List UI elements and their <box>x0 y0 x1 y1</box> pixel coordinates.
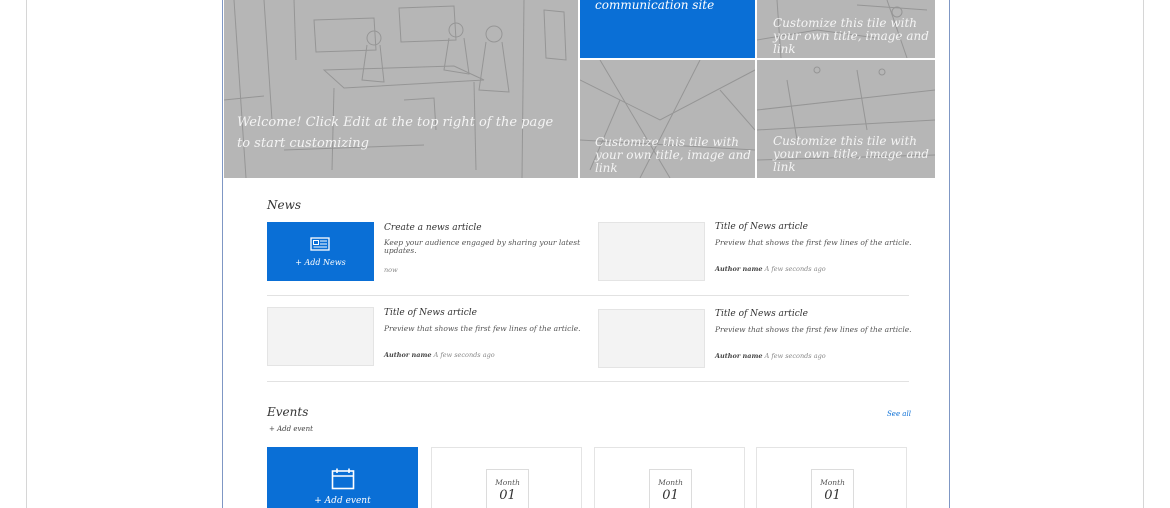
news-article-meta: Author name A few seconds ago <box>715 352 826 360</box>
event-card[interactable]: Month 01 <box>594 447 745 508</box>
news-article-preview: Preview that shows the first few lines o… <box>715 238 912 247</box>
hero-blue-tile-text: communication site <box>595 0 715 12</box>
news-article-meta: Author name A few seconds ago <box>715 265 826 273</box>
news-thumbnail[interactable] <box>267 307 374 366</box>
news-thumbnail[interactable] <box>598 222 705 281</box>
news-thumbnail[interactable] <box>598 309 705 368</box>
add-event-tile-label: + Add event <box>314 496 371 506</box>
event-day: 01 <box>662 488 679 503</box>
news-divider <box>267 381 909 382</box>
event-date: Month 01 <box>811 469 854 508</box>
add-news-label: + Add News <box>295 258 346 267</box>
news-article-preview: Preview that shows the first few lines o… <box>384 324 581 333</box>
news-article-time: A few seconds ago <box>764 265 826 273</box>
news-article-title[interactable]: Title of News article <box>384 308 477 318</box>
create-news-title[interactable]: Create a news article <box>384 223 482 233</box>
event-date: Month 01 <box>486 469 529 508</box>
news-article-title[interactable]: Title of News article <box>715 309 808 319</box>
news-article-title[interactable]: Title of News article <box>715 222 808 232</box>
news-article-author: Author name <box>384 351 432 359</box>
create-news-description: Keep your audience engaged by sharing yo… <box>384 238 581 255</box>
hero-main-tile[interactable]: Welcome! Click Edit at the top right of … <box>224 0 578 178</box>
hero-tile-bottom-right-text: Customize this tile with your own title,… <box>773 134 929 174</box>
add-news-tile[interactable]: + Add News <box>267 222 374 281</box>
event-date: Month 01 <box>649 469 692 508</box>
news-article-author: Author name <box>715 352 763 360</box>
add-event-link[interactable]: + Add event <box>269 425 313 433</box>
news-section-title: News <box>267 198 302 212</box>
news-article-preview: Preview that shows the first few lines o… <box>715 325 912 334</box>
news-article-time: A few seconds ago <box>764 352 826 360</box>
newspaper-icon <box>310 237 330 251</box>
event-day: 01 <box>824 488 841 503</box>
event-card[interactable]: Month 01 <box>756 447 907 508</box>
hero-tile-top-right-text: Customize this tile with your own title,… <box>773 16 929 56</box>
hero-blue-tile[interactable]: communication site <box>580 0 755 58</box>
add-event-tile[interactable]: + Add event <box>267 447 418 508</box>
hero-tile-bottom-right[interactable]: Customize this tile with your own title,… <box>757 60 935 178</box>
hero-section: Welcome! Click Edit at the top right of … <box>224 0 935 178</box>
event-card[interactable]: Month 01 <box>431 447 582 508</box>
news-article-meta: Author name A few seconds ago <box>384 351 495 359</box>
hero-tile-bottom-middle-text: Customize this tile with your own title,… <box>595 135 751 175</box>
news-article-time: A few seconds ago <box>433 351 495 359</box>
event-month: Month <box>820 478 845 487</box>
hero-tile-top-right[interactable]: Customize this tile with your own title,… <box>757 0 935 58</box>
event-month: Month <box>658 478 683 487</box>
create-news-meta: now <box>384 266 398 274</box>
events-section-title: Events <box>267 405 309 419</box>
calendar-icon <box>331 468 355 490</box>
news-divider <box>267 295 909 296</box>
news-article-author: Author name <box>715 265 763 273</box>
see-all-link[interactable]: See all <box>887 410 911 418</box>
hero-main-text: Welcome! Click Edit at the top right of … <box>237 115 554 151</box>
event-day: 01 <box>499 488 516 503</box>
event-month: Month <box>495 478 520 487</box>
hero-tile-bottom-middle[interactable]: Customize this tile with your own title,… <box>580 60 755 178</box>
add-event-link-label: + Add event <box>269 425 313 433</box>
